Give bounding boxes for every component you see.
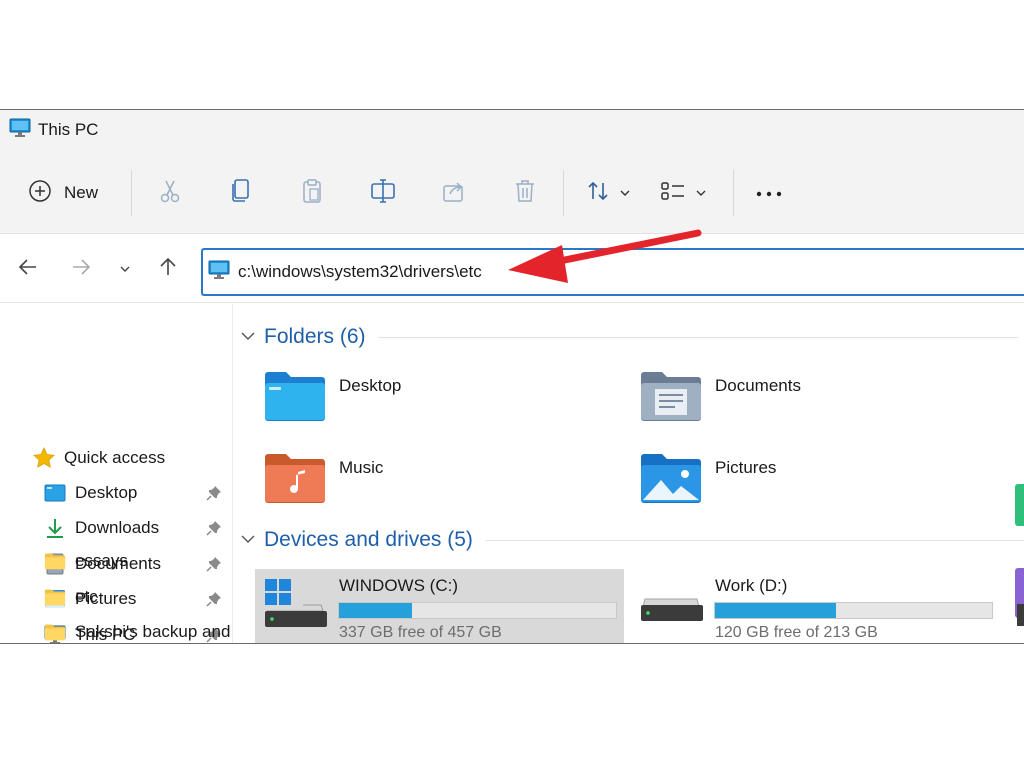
sidebar-item-label: Downloads <box>75 518 160 537</box>
folder-tile-music[interactable]: Music <box>263 453 383 508</box>
drives-section-label: Devices and drives (5) <box>264 528 473 551</box>
drive-tile-d[interactable]: Work (D:) 120 GB free of 213 GB <box>631 569 1000 643</box>
command-bar: New <box>0 150 1024 234</box>
address-row <box>0 234 1024 303</box>
folder-name: Music <box>339 458 384 477</box>
monitor-icon <box>208 260 230 285</box>
toolbar-separator <box>733 170 734 216</box>
address-input[interactable] <box>238 262 838 282</box>
copy-icon <box>230 178 252 209</box>
sidebar-item-label: Desktop <box>75 483 138 502</box>
share-button[interactable] <box>439 178 469 208</box>
drive-name: Work (D:) <box>715 576 788 595</box>
folder-name: Documents <box>715 376 801 395</box>
star-icon <box>33 447 55 469</box>
new-button-label: New <box>64 183 99 202</box>
folder-tile-pictures[interactable]: Pictures <box>639 453 776 508</box>
more-horizontal-icon <box>756 184 782 202</box>
sidebar-item-etc[interactable]: etc <box>0 580 232 614</box>
section-rule <box>484 539 1024 541</box>
delete-button[interactable] <box>510 178 540 208</box>
folder-name: Desktop <box>339 376 402 395</box>
drive-free-space: 120 GB free of 213 GB <box>715 624 878 641</box>
folder-tile-documents[interactable]: Documents <box>639 371 801 426</box>
more-options-button[interactable] <box>754 178 784 208</box>
drives-section-header[interactable]: Devices and drives (5) <box>241 526 1024 554</box>
desktop-folder-icon <box>263 371 327 426</box>
desktop-icon <box>44 482 66 504</box>
sidebar-item-label: Quick access <box>64 448 166 467</box>
toolbar-separator <box>563 170 564 216</box>
scissors-icon <box>159 179 181 208</box>
arrow-right-icon <box>71 258 91 281</box>
hard-drive-icon <box>639 591 703 630</box>
sort-icon <box>586 179 612 208</box>
sidebar-item-label: etc <box>75 587 98 606</box>
documents-folder-icon <box>639 371 703 426</box>
sidebar-item-desktop[interactable]: Desktop <box>0 476 232 510</box>
plus-circle-icon <box>28 179 52 208</box>
drive-tile-c[interactable]: WINDOWS (C:) 337 GB free of 457 GB <box>255 569 624 643</box>
pin-icon <box>206 520 222 541</box>
folders-section-label: Folders (6) <box>264 325 366 348</box>
drive-tile-partial <box>1017 604 1024 626</box>
rename-button[interactable] <box>368 178 398 208</box>
drive-free-space: 337 GB free of 457 GB <box>339 624 502 641</box>
copy-button[interactable] <box>226 178 256 208</box>
folder-tile-partial <box>1015 484 1024 526</box>
pictures-folder-icon <box>639 453 703 508</box>
chevron-down-icon <box>620 184 630 202</box>
sidebar-item-essays[interactable]: essays <box>0 544 232 578</box>
music-folder-icon <box>263 453 327 508</box>
folders-section-header[interactable]: Folders (6) <box>241 323 1018 351</box>
list-view-icon <box>660 180 688 207</box>
recent-locations-button[interactable] <box>112 256 138 282</box>
sidebar-item-downloads[interactable]: Downloads <box>0 511 232 545</box>
rename-icon <box>370 178 396 209</box>
address-bar[interactable] <box>201 248 1024 296</box>
chevron-down-icon <box>241 328 255 346</box>
drive-usage-bar <box>714 602 993 619</box>
arrow-up-icon <box>159 257 177 282</box>
monitor-icon <box>9 118 31 143</box>
drive-usage-fill <box>715 603 837 618</box>
paste-button[interactable] <box>297 178 327 208</box>
trash-icon <box>514 179 536 208</box>
sidebar-item-label: Sakshi's backup and <box>75 622 230 641</box>
file-explorer-window: This PC New c:\windows\system32\drivers\… <box>0 109 1024 644</box>
folder-name: Pictures <box>715 458 777 477</box>
sidebar-item-sakshis-backup[interactable]: Sakshi's backup and <box>0 615 230 643</box>
chevron-down-icon <box>696 184 706 202</box>
sidebar-item-quick-access[interactable]: Quick access <box>0 441 232 475</box>
toolbar-separator <box>131 170 132 216</box>
clipboard-icon <box>301 178 323 209</box>
folder-icon <box>44 586 66 608</box>
windows-drive-icon <box>263 577 327 638</box>
back-button[interactable] <box>15 256 41 282</box>
drive-name: WINDOWS (C:) <box>339 576 458 595</box>
forward-button[interactable] <box>68 256 94 282</box>
window-title: This PC <box>38 120 99 139</box>
sort-button[interactable] <box>586 178 638 208</box>
content-pane: Folders (6) Desktop Documents Music Pict… <box>233 304 1024 643</box>
arrow-left-icon <box>18 258 38 281</box>
folder-icon <box>44 550 66 572</box>
title-bar: This PC <box>0 110 1024 150</box>
up-button[interactable] <box>155 256 181 282</box>
view-button[interactable] <box>660 178 712 208</box>
pin-icon <box>206 485 222 506</box>
new-button[interactable]: New <box>28 178 112 208</box>
section-rule <box>377 336 1018 338</box>
sidebar-item-label: essays <box>75 551 128 570</box>
cut-button[interactable] <box>155 178 185 208</box>
folder-tile-desktop[interactable]: Desktop <box>263 371 401 426</box>
folder-icon <box>44 621 66 643</box>
chevron-down-icon <box>241 531 255 549</box>
drive-usage-bar <box>338 602 617 619</box>
download-icon <box>44 517 66 539</box>
drive-usage-fill <box>339 603 412 618</box>
chevron-down-icon <box>120 260 130 278</box>
share-icon <box>442 179 466 208</box>
